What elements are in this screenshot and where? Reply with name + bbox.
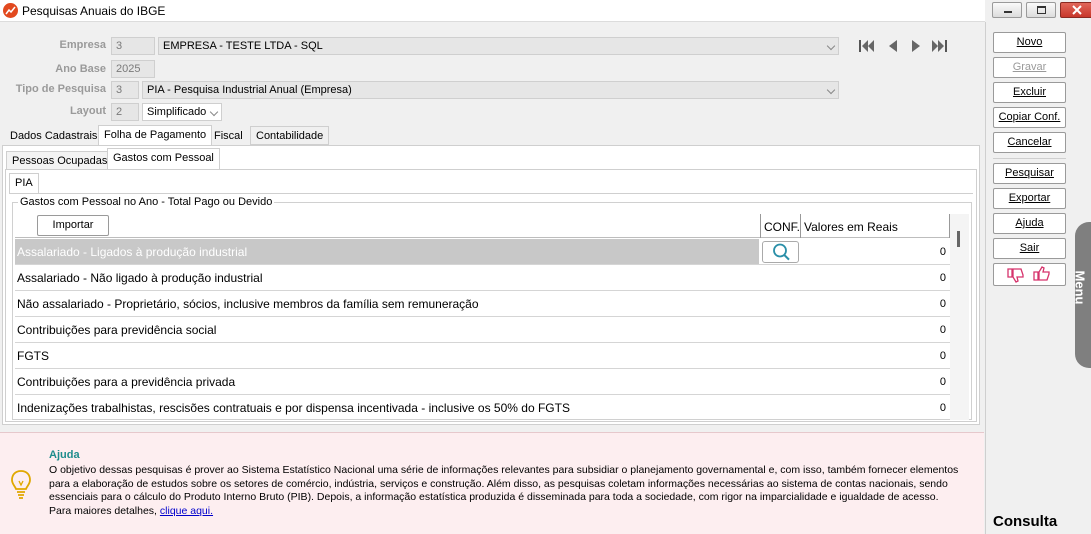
tipo-pesquisa-select[interactable]: PIA - Pesquisa Industrial Anual (Empresa… <box>142 81 839 99</box>
divider <box>9 193 973 194</box>
subtab-pessoas-ocupadas[interactable]: Pessoas Ocupadas <box>6 151 114 170</box>
restore-icon <box>1037 6 1046 14</box>
conf-search-button[interactable] <box>762 241 799 263</box>
close-icon <box>1072 5 1082 15</box>
row-description: Contribuições para previdência social <box>17 323 217 337</box>
table-row[interactable]: Contribuições para a previdência privada… <box>15 369 950 395</box>
exportar-button[interactable]: Exportar <box>993 188 1066 209</box>
row-description: Contribuições para a previdência privada <box>17 375 236 389</box>
chevron-down-icon <box>826 41 836 51</box>
grid-body: Assalariado - Ligados à produção industr… <box>15 239 950 420</box>
window-title: Pesquisas Anuais do IBGE <box>22 4 166 18</box>
novo-button[interactable]: Novo <box>993 32 1066 53</box>
table-row[interactable]: Assalariado - Não ligado à produção indu… <box>15 265 950 291</box>
chevron-down-icon <box>826 85 836 95</box>
grid-scrollbar[interactable] <box>950 214 969 420</box>
search-icon <box>773 243 790 261</box>
sair-button[interactable]: Sair <box>993 238 1066 259</box>
column-divider <box>800 214 801 238</box>
chevron-down-icon <box>209 107 219 117</box>
row-description: FGTS <box>17 349 49 363</box>
table-row[interactable]: Assalariado - Ligados à produção industr… <box>15 239 950 265</box>
pesquisar-button[interactable]: Pesquisar <box>993 163 1066 184</box>
title-bar: Pesquisas Anuais do IBGE <box>0 0 985 22</box>
row-description: Assalariado - Ligados à produção industr… <box>17 245 248 259</box>
help-panel: Ajuda O objetivo dessas pesquisas é prov… <box>0 432 984 534</box>
tab-dados-cadastrais[interactable]: Dados Cadastrais <box>4 126 103 145</box>
layout-code-field[interactable]: 2 <box>111 103 139 121</box>
row-value[interactable]: 0 <box>940 402 946 414</box>
valores-column-header: Valores em Reais <box>804 220 898 234</box>
group-title: Gastos com Pessoal no Ano - Total Pago o… <box>18 196 275 208</box>
row-value[interactable]: 0 <box>940 298 946 310</box>
grid-header: Importar CONF. Valores em Reais <box>15 214 950 238</box>
next-record-icon[interactable] <box>907 38 925 54</box>
close-button[interactable] <box>1060 2 1091 18</box>
conf-column-header: CONF. <box>764 220 800 234</box>
ano-base-label: Ano Base <box>55 63 106 75</box>
divider <box>993 158 1066 159</box>
minimize-button[interactable] <box>992 2 1022 18</box>
ano-base-field[interactable]: 2025 <box>111 60 155 78</box>
help-more-prefix: Para maiores detalhes, <box>49 505 157 518</box>
previous-record-icon[interactable] <box>884 38 902 54</box>
row-description: Não assalariado - Proprietário, sócios, … <box>17 297 479 311</box>
row-value[interactable]: 0 <box>940 324 946 336</box>
help-title: Ajuda <box>49 449 80 461</box>
layout-select[interactable]: Simplificado <box>142 103 222 121</box>
tipo-pesquisa-label: Tipo de Pesquisa <box>15 83 106 95</box>
app-chart-icon <box>3 3 18 18</box>
first-record-icon[interactable] <box>858 38 876 54</box>
row-description: Assalariado - Não ligado à produção indu… <box>17 271 263 285</box>
row-value[interactable]: 0 <box>940 350 946 362</box>
row-value[interactable]: 0 <box>940 272 946 284</box>
empresa-value: EMPRESA - TESTE LTDA - SQL <box>163 40 323 52</box>
mode-indicator: Consulta <box>993 513 1058 530</box>
thumbs-up-icon[interactable] <box>1032 266 1052 282</box>
help-text: O objetivo dessas pesquisas é prover ao … <box>49 464 981 519</box>
scrollbar-thumb[interactable] <box>957 231 960 247</box>
row-value[interactable]: 0 <box>940 246 946 258</box>
tab-fiscal[interactable]: Fiscal <box>208 126 249 145</box>
layout-label: Layout <box>69 105 106 117</box>
empresa-code-field[interactable]: 3 <box>111 37 155 55</box>
empresa-select[interactable]: EMPRESA - TESTE LTDA - SQL <box>158 37 839 55</box>
help-description: O objetivo dessas pesquisas é prover ao … <box>49 464 959 504</box>
tipo-pesquisa-code-field[interactable]: 3 <box>111 81 139 99</box>
table-row[interactable]: FGTS 0 <box>15 343 950 369</box>
row-description: Indenizações trabalhistas, rescisões con… <box>17 401 570 415</box>
cancelar-button[interactable]: Cancelar <box>993 132 1066 153</box>
lightbulb-icon <box>11 470 31 499</box>
table-row[interactable]: Indenizações trabalhistas, rescisões con… <box>15 395 950 420</box>
help-link[interactable]: clique aqui. <box>160 505 213 517</box>
excluir-button[interactable]: Excluir <box>993 82 1066 103</box>
last-record-icon[interactable] <box>930 38 948 54</box>
tab-contabilidade[interactable]: Contabilidade <box>250 126 330 145</box>
minimize-icon <box>1004 11 1012 13</box>
thumbs-down-icon[interactable] <box>1006 267 1026 283</box>
column-divider <box>760 214 761 238</box>
copiar-conf-button[interactable]: Copiar Conf. <box>993 107 1066 128</box>
empresa-label: Empresa <box>59 39 106 51</box>
menu-side-tab[interactable]: Menu <box>1072 222 1091 368</box>
gastos-grid: Importar CONF. Valores em Reais Assalari… <box>15 214 950 420</box>
menu-label: Menu <box>1072 270 1088 305</box>
ajuda-button[interactable]: Ajuda <box>993 213 1066 234</box>
table-row[interactable]: Contribuições para previdência social 0 <box>15 317 950 343</box>
inner-tab-pia[interactable]: PIA <box>9 173 39 194</box>
gravar-button[interactable]: Gravar <box>993 57 1066 78</box>
importar-button[interactable]: Importar <box>37 215 109 236</box>
subtab-gastos-com-pessoal[interactable]: Gastos com Pessoal <box>107 148 220 170</box>
feedback-box <box>993 263 1066 286</box>
layout-value: Simplificado <box>147 106 207 118</box>
tab-folha-de-pagamento[interactable]: Folha de Pagamento <box>98 125 213 146</box>
table-row[interactable]: Não assalariado - Proprietário, sócios, … <box>15 291 950 317</box>
row-value[interactable]: 0 <box>940 376 946 388</box>
maximize-button[interactable] <box>1026 2 1056 18</box>
tipo-pesquisa-value: PIA - Pesquisa Industrial Anual (Empresa… <box>147 84 352 96</box>
